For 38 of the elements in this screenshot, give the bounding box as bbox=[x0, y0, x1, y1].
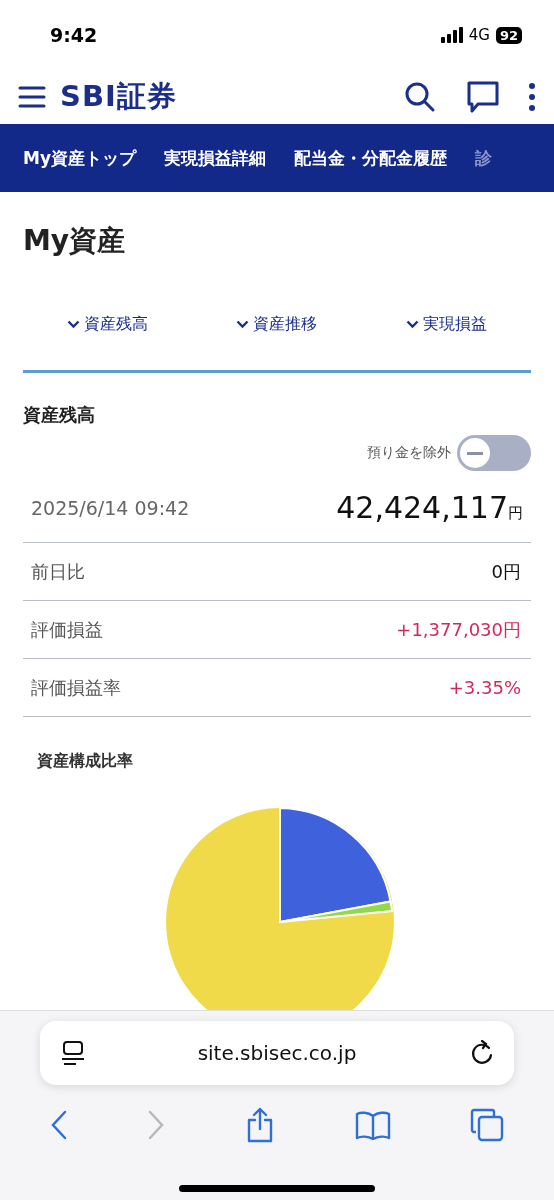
anchor-link[interactable]: 資産推移 bbox=[236, 314, 318, 335]
page-title: My資産 bbox=[23, 223, 127, 259]
clock: 9:42 bbox=[50, 24, 98, 46]
currency-unit: 円 bbox=[508, 504, 523, 522]
row-label: 前日比 bbox=[31, 559, 85, 584]
anchor-link[interactable]: 資産残高 bbox=[67, 314, 149, 335]
search-icon[interactable] bbox=[404, 81, 436, 113]
nav-tab[interactable]: 診 bbox=[475, 146, 492, 170]
exclude-deposit-switch[interactable] bbox=[457, 435, 531, 471]
nav-tab[interactable]: 配当金・分配金履歴 bbox=[294, 146, 447, 170]
row-value: 0円 bbox=[491, 559, 521, 584]
network-type: 4G bbox=[468, 26, 490, 44]
row-label: 評価損益率 bbox=[31, 675, 121, 700]
row-value: +3.35% bbox=[448, 677, 521, 698]
anchor-link[interactable]: 実現損益 bbox=[405, 314, 487, 335]
more-icon[interactable] bbox=[528, 82, 536, 112]
chat-icon[interactable] bbox=[466, 80, 500, 114]
nav-tab[interactable]: 実現損益詳細 bbox=[164, 146, 266, 170]
address-bar[interactable]: site.sbisec.co.jp bbox=[40, 1021, 514, 1085]
timestamp: 2025/6/14 09:42 bbox=[31, 496, 190, 519]
chart-title: 資産構成比率 bbox=[37, 751, 134, 772]
chevron-down-icon bbox=[236, 320, 250, 329]
minus-icon bbox=[467, 451, 483, 455]
brand-logo[interactable]: SBI証券 bbox=[60, 77, 177, 117]
section-title: 資産残高 bbox=[23, 403, 96, 427]
reload-icon[interactable] bbox=[470, 1040, 494, 1066]
page-menu-icon bbox=[62, 1040, 84, 1066]
url-text: site.sbisec.co.jp bbox=[197, 1041, 357, 1065]
chevron-down-icon bbox=[405, 320, 419, 329]
row-value: +1,377,030円 bbox=[396, 617, 521, 642]
nav-tab[interactable]: My資産トップ bbox=[23, 146, 136, 170]
toggle-label: 預り金を除外 bbox=[367, 444, 451, 462]
total-assets: 42,424,117 bbox=[336, 490, 508, 525]
chevron-down-icon bbox=[67, 320, 81, 329]
signal-icon bbox=[440, 27, 463, 43]
menu-icon[interactable] bbox=[18, 85, 46, 109]
battery-level: 92 bbox=[495, 26, 522, 44]
row-label: 評価損益 bbox=[31, 617, 103, 642]
